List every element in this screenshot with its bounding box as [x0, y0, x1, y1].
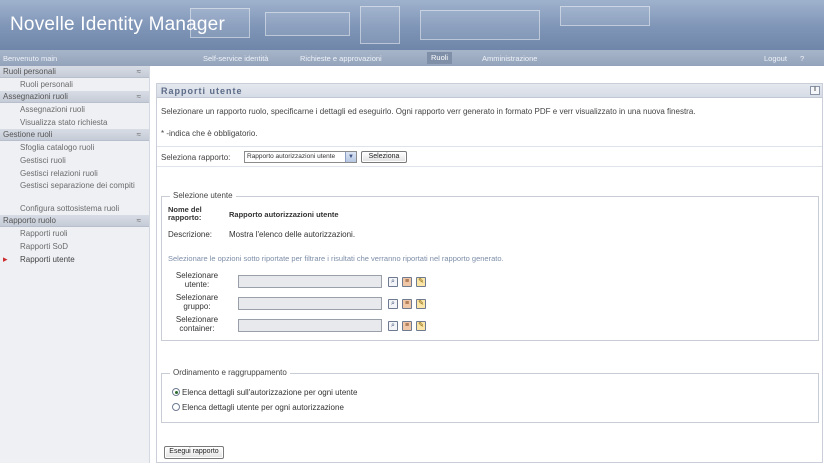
panel-title: Rapporti utente [161, 86, 243, 96]
select-user-label: Selezionare utente: [175, 271, 219, 289]
panel-help-icon[interactable]: ‖ [810, 86, 820, 95]
user-field[interactable] [238, 275, 382, 288]
magnifier-icon[interactable]: ⌕ [388, 277, 398, 287]
edit-pencil-icon[interactable]: ✎ [416, 277, 426, 287]
select-report-label: Seleziona rapporto: [161, 153, 231, 162]
app-title: Novelle Identity Manager [10, 14, 225, 35]
filter-hint: Selezionare le opzioni sotto riportate p… [168, 254, 504, 263]
edit-pencil-icon[interactable]: ✎ [416, 299, 426, 309]
radio-button[interactable] [172, 388, 180, 396]
description-label: Descrizione: [168, 230, 213, 239]
user-selection-fieldset: Selezione utente Nome del rapporto: Rapp… [161, 191, 819, 341]
sorting-legend: Ordinamento e raggruppamento [170, 368, 290, 377]
report-name-value: Rapporto autorizzazioni utente [229, 210, 339, 219]
sidebar-item-role-assignments[interactable]: Assegnazioni ruoli [0, 103, 149, 116]
sort-option-by-user[interactable]: Elenca dettagli sull'autorizzazione per … [172, 388, 357, 397]
sidebar-header-label: Assegnazioni ruoli [3, 92, 68, 101]
report-select-value: Rapporto autorizzazioni utente [247, 153, 336, 160]
sidebar: Ruoli personali ≈ Ruoli personali Assegn… [0, 66, 150, 463]
collapse-icon[interactable]: ≈ [137, 91, 141, 103]
group-field[interactable] [238, 297, 382, 310]
select-button[interactable]: Seleziona [361, 151, 407, 163]
history-book-icon[interactable]: ≡ [402, 321, 412, 331]
top-navbar: Benvenuto main Self-service identità Ric… [0, 50, 824, 66]
report-name-label: Nome del rapporto: [168, 205, 202, 222]
sidebar-item-personal-roles[interactable]: Ruoli personali [0, 78, 149, 91]
divider [157, 146, 822, 147]
required-note: * -indica che è obbligatorio. [161, 129, 258, 138]
report-select[interactable]: Rapporto autorizzazioni utente ▼ [244, 151, 357, 163]
sidebar-item-browse-catalog[interactable]: Sfoglia catalogo ruoli [0, 141, 149, 154]
tab-roles[interactable]: Ruoli [427, 52, 453, 64]
sidebar-item-separation-of-duties[interactable]: Gestisci separazione dei compiti [0, 180, 149, 202]
sorting-fieldset: Ordinamento e raggruppamento Elenca dett… [161, 368, 819, 423]
banner-decoration [420, 10, 540, 40]
history-book-icon[interactable]: ≡ [402, 277, 412, 287]
banner-decoration [560, 6, 650, 26]
user-reports-panel: Rapporti utente ‖ Selezionare un rapport… [156, 83, 823, 463]
collapse-icon[interactable]: ≈ [137, 129, 141, 141]
edit-pencil-icon[interactable]: ✎ [416, 321, 426, 331]
collapse-icon[interactable]: ≈ [137, 66, 141, 78]
sidebar-item-configure-subsystem[interactable]: Configura sottosistema ruoli [0, 202, 149, 215]
chevron-down-icon[interactable]: ▼ [345, 152, 356, 162]
sidebar-section-role-assignments[interactable]: Assegnazioni ruoli ≈ [0, 91, 149, 103]
intro-text: Selezionare un rapporto ruolo, specifica… [161, 107, 696, 116]
select-container-label: Selezionare container: [175, 315, 219, 333]
tab-administration[interactable]: Amministrazione [482, 54, 537, 63]
magnifier-icon[interactable]: ⌕ [388, 321, 398, 331]
user-selection-legend: Selezione utente [170, 191, 236, 200]
sidebar-header-label: Ruoli personali [3, 67, 56, 76]
sidebar-header-label: Gestione ruoli [3, 130, 53, 139]
welcome-text: Benvenuto main [3, 54, 58, 63]
panel-header: Rapporti utente ‖ [157, 84, 822, 98]
history-book-icon[interactable]: ≡ [402, 299, 412, 309]
sort-option-label: Elenca dettagli sull'autorizzazione per … [182, 388, 358, 397]
sidebar-item-request-status[interactable]: Visualizza stato richiesta [0, 116, 149, 129]
radio-button[interactable] [172, 403, 180, 411]
select-group-label: Selezionare gruppo: [175, 293, 219, 311]
banner-decoration [360, 6, 400, 44]
logout-link[interactable]: Logout [764, 54, 787, 63]
magnifier-icon[interactable]: ⌕ [388, 299, 398, 309]
help-icon[interactable]: ? [800, 54, 804, 63]
run-report-button[interactable]: Esegui rapporto [164, 446, 224, 459]
collapse-icon[interactable]: ≈ [137, 215, 141, 227]
sidebar-item-user-reports[interactable]: Rapporti utente [0, 253, 149, 266]
sort-option-label: Elenca dettagli utente per ogni autorizz… [182, 403, 344, 412]
sidebar-section-role-reporting[interactable]: Rapporto ruolo ≈ [0, 215, 149, 227]
header-banner: Novelle Identity Manager [0, 0, 824, 50]
container-field[interactable] [238, 319, 382, 332]
tab-self-service[interactable]: Self-service identità [203, 54, 268, 63]
sort-option-by-authorization[interactable]: Elenca dettagli utente per ogni autorizz… [172, 403, 344, 412]
sidebar-section-personal-roles[interactable]: Ruoli personali ≈ [0, 66, 149, 78]
sidebar-item-role-reports[interactable]: Rapporti ruoli [0, 227, 149, 240]
sidebar-section-role-management[interactable]: Gestione ruoli ≈ [0, 129, 149, 141]
banner-decoration [265, 12, 350, 36]
sidebar-item-manage-roles[interactable]: Gestisci ruoli [0, 154, 149, 167]
sidebar-item-manage-relationships[interactable]: Gestisci relazioni ruoli [0, 167, 149, 180]
description-value: Mostra l'elenco delle autorizzazioni. [229, 230, 356, 239]
sidebar-header-label: Rapporto ruolo [3, 216, 56, 225]
divider [157, 166, 822, 167]
tab-requests[interactable]: Richieste e approvazioni [300, 54, 382, 63]
sidebar-item-sod-reports[interactable]: Rapporti SoD [0, 240, 149, 253]
